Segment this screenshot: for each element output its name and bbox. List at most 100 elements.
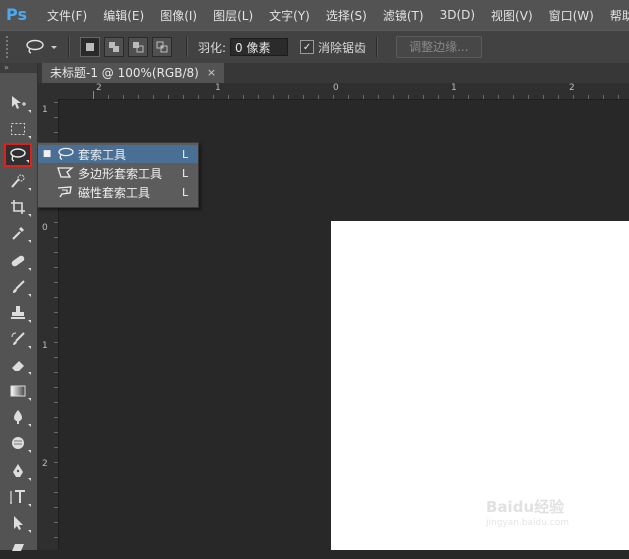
- ruler-tick: [54, 297, 58, 298]
- menu-edit[interactable]: 编辑(E): [95, 7, 152, 24]
- flyout-item-magnetic-lasso[interactable]: 磁性套索工具 L: [38, 183, 198, 201]
- subtract-selection-icon: [133, 42, 144, 53]
- menu-file[interactable]: 文件(F): [39, 7, 95, 24]
- menu-help[interactable]: 帮助(H): [602, 7, 629, 24]
- ruler-tick: [54, 447, 58, 448]
- ruler-tick: [213, 95, 214, 99]
- quick-select-tool[interactable]: [4, 169, 32, 193]
- ruler-tick: [54, 387, 58, 388]
- ruler-tick: [438, 95, 439, 99]
- divider: [186, 37, 188, 57]
- marquee-tool[interactable]: [4, 117, 32, 141]
- tools-panel-collapse[interactable]: »: [0, 63, 37, 73]
- ruler-label: 1: [451, 83, 457, 93]
- ruler-tick: [54, 537, 58, 538]
- eyedropper-tool[interactable]: [4, 221, 32, 245]
- ruler-tick: [54, 327, 58, 328]
- pen-tool[interactable]: [4, 459, 32, 483]
- document-tab[interactable]: 未标题-1 @ 100%(RGB/8) ×: [42, 63, 225, 83]
- close-icon[interactable]: ×: [207, 63, 216, 83]
- ruler-tick: [54, 222, 58, 223]
- flyout-item-shortcut: L: [182, 166, 189, 180]
- shape-tool[interactable]: [4, 535, 32, 559]
- ruler-tick: [288, 95, 289, 99]
- lasso-icon: [26, 39, 44, 54]
- antialias-label: 消除锯齿: [318, 40, 367, 55]
- ruler-tick: [54, 102, 58, 103]
- menu-type[interactable]: 文字(Y): [261, 7, 318, 24]
- ruler-tick: [138, 95, 139, 99]
- ruler-label: 1: [215, 83, 221, 93]
- healing-icon: [11, 255, 25, 267]
- magnetic-lasso-icon: [57, 186, 72, 198]
- ruler-label: 1: [42, 105, 48, 115]
- dodge-tool[interactable]: [4, 431, 32, 455]
- menu-filter[interactable]: 滤镜(T): [375, 7, 432, 24]
- stamp-tool[interactable]: [4, 301, 32, 325]
- brush-tool[interactable]: [4, 275, 32, 299]
- menu-select[interactable]: 选择(S): [318, 7, 375, 24]
- ruler-tick: [603, 95, 604, 99]
- menu-3d[interactable]: 3D(D): [432, 8, 483, 22]
- stamp-icon: [11, 306, 25, 319]
- healing-tool[interactable]: [4, 249, 32, 273]
- refine-edge-button[interactable]: 调整边缘...: [396, 36, 482, 58]
- move-icon: [12, 96, 26, 109]
- menu-layer[interactable]: 图层(L): [205, 7, 261, 24]
- horizontal-ruler[interactable]: 2 1 0 1 2: [58, 83, 629, 100]
- ruler-tick: [93, 91, 94, 99]
- chevron-down-icon: [51, 46, 57, 49]
- antialias-checkbox[interactable]: ✓: [300, 40, 315, 54]
- ruler-tick: [273, 95, 274, 99]
- history-brush-icon: [11, 332, 25, 345]
- ruler-tick: [54, 267, 58, 268]
- feather-label: 羽化:: [198, 40, 227, 55]
- menu-view[interactable]: 视图(V): [483, 7, 541, 24]
- type-tool[interactable]: [4, 485, 32, 509]
- type-icon: [10, 490, 25, 504]
- subtract-selection-button[interactable]: [128, 37, 148, 57]
- ruler-tick: [423, 95, 424, 99]
- flyout-item-label: 磁性套索工具: [78, 185, 151, 200]
- intersect-selection-button[interactable]: [152, 37, 172, 57]
- flyout-item-lasso[interactable]: ■ 套索工具 L: [38, 145, 198, 163]
- eraser-tool[interactable]: [4, 353, 32, 377]
- photoshop-logo: Ps: [6, 5, 27, 24]
- menu-image[interactable]: 图像(I): [152, 7, 205, 24]
- ruler-tick: [54, 417, 58, 418]
- options-grip[interactable]: [6, 36, 12, 58]
- ruler-tick: [408, 95, 409, 99]
- flyout-item-shortcut: L: [182, 185, 189, 199]
- ruler-tick: [108, 95, 109, 99]
- add-selection-button[interactable]: [104, 37, 124, 57]
- ruler-tick: [54, 282, 58, 283]
- ruler-tick: [318, 95, 319, 99]
- history-brush-tool[interactable]: [4, 327, 32, 351]
- ruler-tick: [393, 95, 394, 99]
- ruler-tick: [468, 95, 469, 99]
- ruler-tick: [378, 95, 379, 99]
- feather-input[interactable]: 0 像素: [230, 38, 289, 56]
- tool-preset-picker[interactable]: [24, 39, 58, 55]
- ruler-tick: [54, 492, 58, 493]
- ruler-tick: [228, 95, 229, 99]
- quick-select-icon: [11, 174, 25, 188]
- blur-tool[interactable]: [4, 405, 32, 429]
- path-select-icon: [14, 516, 23, 530]
- flyout-item-polygonal-lasso[interactable]: 多边形套索工具 L: [38, 164, 198, 182]
- menu-window[interactable]: 窗口(W): [541, 7, 602, 24]
- gradient-tool[interactable]: [4, 379, 32, 403]
- ruler-tick: [528, 95, 529, 99]
- ruler-origin[interactable]: [38, 83, 58, 99]
- brush-icon: [13, 280, 25, 293]
- path-select-tool[interactable]: [4, 511, 32, 535]
- move-tool[interactable]: [4, 91, 32, 115]
- eyedropper-icon: [12, 226, 25, 240]
- ruler-tick: [588, 95, 589, 99]
- crop-tool[interactable]: [4, 195, 32, 219]
- active-bullet: ■: [42, 149, 52, 159]
- shape-icon: [12, 544, 24, 551]
- document-tab-title: 未标题-1 @ 100%(RGB/8): [50, 66, 199, 80]
- lasso-tool[interactable]: [4, 143, 32, 167]
- new-selection-button[interactable]: [80, 37, 100, 57]
